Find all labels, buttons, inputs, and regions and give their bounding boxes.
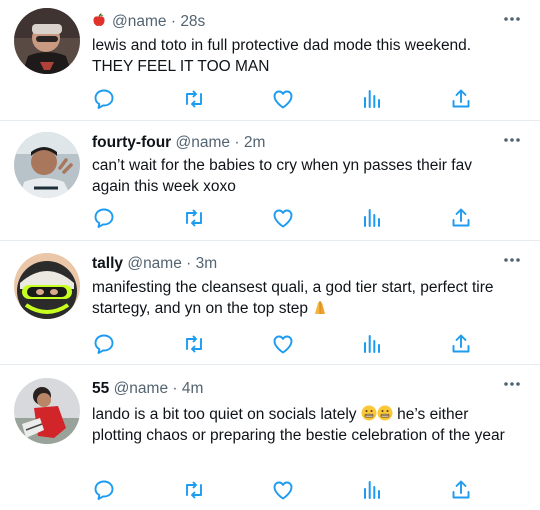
reply-button[interactable] [92, 87, 116, 111]
share-button[interactable] [449, 206, 473, 230]
separator-dot: · [234, 134, 240, 151]
separator-dot: · [170, 13, 176, 30]
like-button[interactable] [271, 478, 295, 502]
views-button[interactable] [360, 206, 384, 230]
like-icon [273, 481, 293, 500]
separator-dot: · [172, 380, 178, 397]
share-button[interactable] [449, 478, 473, 502]
views-button[interactable] [360, 87, 384, 111]
tweet-feed: @name · 28s lewis and toto in full prote… [0, 0, 540, 510]
views-button[interactable] [360, 478, 384, 502]
retweet-icon [186, 209, 202, 227]
tweet[interactable]: 55 @name · 4m lando is a bit too quiet o… [0, 365, 540, 510]
user-handle[interactable]: @name [112, 13, 167, 30]
views-button[interactable] [360, 332, 384, 356]
retweet-button[interactable] [182, 87, 206, 111]
avatar[interactable] [14, 378, 80, 444]
views-icon [364, 209, 380, 227]
share-button[interactable] [449, 87, 473, 111]
user-handle[interactable]: @name [127, 255, 182, 272]
retweet-icon [186, 335, 202, 353]
display-name[interactable]: tally [92, 255, 123, 272]
grimacing-face-emoji [377, 405, 393, 421]
avatar[interactable] [14, 8, 80, 74]
tweet-text: manifesting the cleansest quali, a god t… [92, 277, 512, 319]
like-icon [273, 90, 293, 109]
like-button[interactable] [271, 332, 295, 356]
reply-icon [94, 334, 114, 354]
share-button[interactable] [449, 332, 473, 356]
more-options-icon[interactable] [504, 257, 520, 263]
retweet-button[interactable] [182, 206, 206, 230]
user-handle[interactable]: @name [114, 380, 169, 397]
reply-icon [94, 480, 114, 500]
avatar[interactable] [14, 132, 80, 198]
retweet-icon [186, 481, 202, 499]
more-options-icon[interactable] [504, 137, 520, 143]
share-icon [452, 334, 470, 353]
reply-icon [94, 89, 114, 109]
retweet-button[interactable] [182, 478, 206, 502]
views-icon [364, 481, 380, 499]
grimacing-face-emoji [361, 405, 377, 421]
tweet-actions [92, 206, 482, 230]
red-apple-emoji [92, 13, 106, 27]
share-icon [452, 89, 470, 108]
reply-icon [94, 208, 114, 228]
views-icon [364, 335, 380, 353]
folded-hands-emoji [312, 299, 328, 315]
tweet[interactable]: tally @name · 3m manifesting the cleanse… [0, 241, 540, 365]
like-icon [273, 209, 293, 228]
views-icon [364, 90, 380, 108]
tweet-header: tally @name · 3m [92, 254, 217, 274]
tweet-text-part1: lando is a bit too quiet on socials late… [92, 406, 357, 423]
avatar[interactable] [14, 253, 80, 319]
tweet-text-content: manifesting the cleansest quali, a god t… [92, 279, 494, 317]
more-options-icon[interactable] [504, 16, 520, 22]
share-icon [452, 480, 470, 499]
separator-dot: · [186, 255, 192, 272]
retweet-icon [186, 90, 202, 108]
tweet[interactable]: @name · 28s lewis and toto in full prote… [0, 0, 540, 121]
timestamp[interactable]: 4m [182, 380, 204, 397]
like-button[interactable] [271, 206, 295, 230]
more-options-icon[interactable] [504, 381, 520, 387]
timestamp[interactable]: 2m [244, 134, 266, 151]
user-handle[interactable]: @name [176, 134, 231, 151]
reply-button[interactable] [92, 332, 116, 356]
reply-button[interactable] [92, 478, 116, 502]
timestamp[interactable]: 28s [180, 13, 205, 30]
tweet-text: lewis and toto in full protective dad mo… [92, 37, 472, 75]
retweet-button[interactable] [182, 332, 206, 356]
tweet-text: lando is a bit too quiet on socials late… [92, 404, 512, 446]
tweet-header: 55 @name · 4m [92, 379, 203, 399]
reply-button[interactable] [92, 206, 116, 230]
tweet-header: fourty-four @name · 2m [92, 133, 265, 153]
timestamp[interactable]: 3m [196, 255, 218, 272]
tweet-header: @name · 28s [92, 12, 205, 32]
display-name[interactable]: 55 [92, 380, 109, 397]
tweet-actions [92, 478, 482, 502]
like-icon [273, 335, 293, 354]
tweet-actions [92, 87, 482, 111]
tweet-actions [92, 332, 482, 356]
share-icon [452, 208, 470, 227]
like-button[interactable] [271, 87, 295, 111]
tweet[interactable]: fourty-four @name · 2m can’t wait for th… [0, 121, 540, 241]
display-name[interactable]: fourty-four [92, 134, 171, 151]
tweet-text: can’t wait for the babies to cry when yn… [92, 157, 472, 195]
